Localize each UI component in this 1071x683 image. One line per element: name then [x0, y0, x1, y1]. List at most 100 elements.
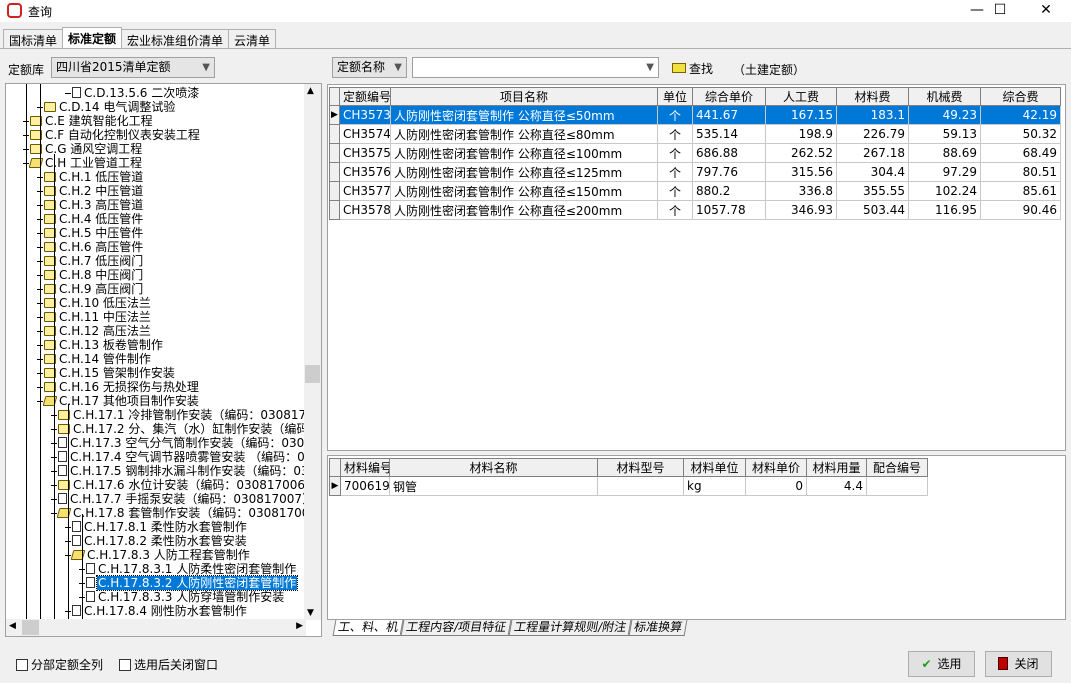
tree-item[interactable]: C.D.14 电气调整试验 — [37, 100, 176, 114]
table-cell: 个 — [657, 200, 693, 220]
tree-item[interactable]: C.H.17.8.3.1 人防柔性密闭套管制作 — [79, 562, 297, 576]
tree-item-label: C.H.16 无损探伤与热处理 — [59, 380, 199, 394]
maximize-button[interactable]: ☐ — [977, 0, 1023, 22]
list-all-checkbox[interactable]: 分部定额全列 — [16, 656, 103, 673]
table-row[interactable]: CH3576 人防刚性密闭套管制作 公称直径≤125mm 个 797.76 315.56… — [329, 162, 1061, 182]
folder-icon — [44, 102, 56, 112]
column-header[interactable]: 材料名称 — [389, 458, 598, 477]
tree-item[interactable]: C.H.12 高压法兰 — [37, 324, 152, 338]
table-row[interactable]: CH3575 人防刚性密闭套管制作 公称直径≤100mm 个 686.88 262.52… — [329, 143, 1061, 163]
tree-item[interactable]: C.H.13 板卷管制作 — [37, 338, 164, 352]
tree-item-label: C.H.17.8.2 柔性防水套管安装 — [84, 534, 247, 548]
tree-item[interactable]: C.H.17.7 手摇泵安装（编码：030817007） — [51, 492, 315, 506]
close-after-select-checkbox[interactable]: 选用后关闭窗口 — [119, 656, 218, 673]
tree-horizontal-scrollbar[interactable]: ◀ ▶ — [6, 619, 306, 636]
tree-item[interactable]: C.D.13.5.6 二次喷漆 — [65, 86, 200, 100]
detail-tab[interactable]: 工、料、机 — [332, 620, 404, 636]
tree-item[interactable]: C.H.8 中压阀门 — [37, 268, 144, 282]
tree-guide-line — [82, 514, 83, 624]
tab-cloud-list[interactable]: 云清单 — [228, 29, 277, 49]
tree-vertical-scrollbar[interactable]: ▲ ▼ — [304, 84, 321, 620]
close-button[interactable]: 关闭 — [985, 651, 1052, 677]
tree-item[interactable]: C.H.10 低压法兰 — [37, 296, 152, 310]
chevron-down-icon: ▼ — [646, 62, 654, 73]
tree-item-label: C.H.11 中压法兰 — [59, 310, 151, 324]
tree-item[interactable]: C.H.17.8 套管制作安装（编码：030817008 — [51, 506, 318, 520]
tree-item[interactable]: C.H.17.3 空气分气筒制作安装（编码：0308 — [51, 436, 313, 450]
tree-item[interactable]: C.H.5 中压管件 — [37, 226, 144, 240]
table-row[interactable]: ▶70061900钢管 kg04.4 — [329, 476, 928, 496]
tab-standard-quota[interactable]: 标准定额 — [62, 27, 123, 49]
column-header[interactable]: 机械费 — [908, 87, 981, 106]
detail-tab[interactable]: 工程内容/项目特征 — [400, 620, 512, 636]
tree-item[interactable]: C.H.17.8.3 人防工程套管制作 — [65, 548, 251, 562]
tree-item[interactable]: C.H.9 高压阀门 — [37, 282, 144, 296]
column-header[interactable]: 项目名称 — [390, 87, 658, 106]
column-header[interactable]: 材料型号 — [597, 458, 684, 477]
tree-item[interactable]: C.H.17.2 分、集汽（水）缸制作安装（编码 — [51, 422, 309, 436]
table-cell: 个 — [657, 181, 693, 201]
find-button[interactable]: 查找 — [672, 60, 713, 77]
table-row[interactable]: CH3578 人防刚性密闭套管制作 公称直径≤200mm 个 1057.78 346.9… — [329, 200, 1061, 220]
tree-item[interactable]: C.H.6 高压管件 — [37, 240, 144, 254]
tree-item[interactable]: C.H.17.1 冷排管制作安装（编码：0308170 — [51, 408, 315, 422]
tree-item[interactable]: C.H.16 无损探伤与热处理 — [37, 380, 200, 394]
tree-item[interactable]: C.H.17.5 钢制排水漏斗制作安装（编码：03 — [51, 464, 310, 478]
search-input[interactable]: ▼ — [412, 57, 659, 78]
tree-item[interactable]: C.H.17.8.3.3 人防穿墙管制作安装 — [79, 590, 285, 604]
scroll-right-icon[interactable]: ▶ — [296, 621, 303, 631]
column-header[interactable]: 人工费 — [765, 87, 837, 106]
tree-item[interactable]: C.H.17.8.3.2 人防刚性密闭套管制作 — [79, 575, 299, 591]
table-row[interactable]: ▶ CH3573 人防刚性密闭套管制作 公称直径≤50mm 个 441.67 167.15… — [329, 105, 1061, 125]
tree-item[interactable]: C.F 自动化控制仪表安装工程 — [23, 128, 201, 142]
column-header[interactable]: 配合编号 — [866, 458, 928, 477]
tree-item[interactable]: C.H.11 中压法兰 — [37, 310, 152, 324]
column-header[interactable]: 材料单位 — [683, 458, 746, 477]
column-header[interactable]: 综合单价 — [692, 87, 766, 106]
tree-item[interactable]: C.H.7 低压阀门 — [37, 254, 144, 268]
close-window-button[interactable]: ✕ — [1023, 0, 1069, 22]
tree-item-label: C.H.9 高压阀门 — [59, 282, 144, 296]
tree-item[interactable]: C.H.15 管架制作安装 — [37, 366, 176, 380]
tree-item[interactable]: C.H.17.4 空气调节器喷雾管安装 （编码：03 — [51, 450, 313, 464]
table-row[interactable]: CH3577 人防刚性密闭套管制作 公称直径≤150mm 个 880.2 336.8 35… — [329, 181, 1061, 201]
doc-icon — [72, 87, 81, 98]
table-row[interactable]: CH3574 人防刚性密闭套管制作 公称直径≤80mm 个 535.14 198.9 22… — [329, 124, 1061, 144]
tree-item[interactable]: C.H.17.8.4 刚性防水套管制作 — [65, 604, 248, 618]
column-header[interactable]: 材料用量 — [806, 458, 867, 477]
detail-tab[interactable]: 工程量计算规则/附注 — [508, 620, 632, 636]
tree-item[interactable]: C.H.17.6 水位计安装（编码：030817006） — [51, 478, 318, 492]
tree-item[interactable]: C.H 工业管道工程 — [23, 156, 143, 170]
search-field-select[interactable]: 定额名称 ▼ — [332, 57, 407, 78]
doc-icon — [58, 493, 67, 504]
tree-item[interactable]: C.H.17.8.2 柔性防水套管安装 — [65, 534, 248, 548]
detail-tab[interactable]: 标准换算 — [628, 620, 688, 636]
tree-item[interactable]: C.H.2 中压管道 — [37, 184, 144, 198]
column-header[interactable]: 材料费 — [836, 87, 909, 106]
tree-item[interactable]: C.H.1 低压管道 — [37, 170, 144, 184]
tree-item[interactable]: C.H.17.8.1 柔性防水套管制作 — [65, 520, 248, 534]
select-button[interactable]: ✔ 选用 — [908, 651, 975, 677]
scroll-up-icon[interactable]: ▲ — [307, 86, 314, 96]
tree-item-label: C.H.17.6 水位计安装（编码：030817006） — [73, 478, 318, 492]
scroll-down-icon[interactable]: ▼ — [307, 608, 314, 618]
tree-item[interactable]: C.G 通风空调工程 — [23, 142, 143, 156]
tree-item[interactable]: C.H.4 低压管件 — [37, 212, 144, 226]
column-header[interactable]: 单位 — [657, 87, 693, 106]
tab-hongye-list[interactable]: 宏业标准组价清单 — [121, 29, 230, 49]
scroll-thumb[interactable] — [22, 620, 39, 635]
tree-item-label: C.H.8 中压阀门 — [59, 268, 144, 282]
quota-tree[interactable]: C.D.13.5.6 二次喷漆 C.D.14 电气调整试验 C.E 建筑智能化工程 C… — [5, 83, 322, 637]
scroll-thumb[interactable] — [305, 365, 320, 383]
column-header[interactable]: 材料单价 — [745, 458, 807, 477]
column-header[interactable]: 材料编号 — [340, 458, 390, 477]
tab-national-list[interactable]: 国标清单 — [3, 29, 64, 49]
column-header[interactable]: 综合费 — [980, 87, 1061, 106]
tree-item[interactable]: C.E 建筑智能化工程 — [23, 114, 154, 128]
tree-item[interactable]: C.H.14 管件制作 — [37, 352, 152, 366]
tree-item[interactable]: C.H.3 高压管道 — [37, 198, 144, 212]
column-header[interactable]: 定额编号 — [339, 87, 391, 106]
scroll-left-icon[interactable]: ◀ — [9, 621, 16, 631]
tree-item-label: C.H.17.8.1 柔性防水套管制作 — [84, 520, 247, 534]
library-select[interactable]: 四川省2015清单定额 ▼ — [51, 57, 215, 78]
